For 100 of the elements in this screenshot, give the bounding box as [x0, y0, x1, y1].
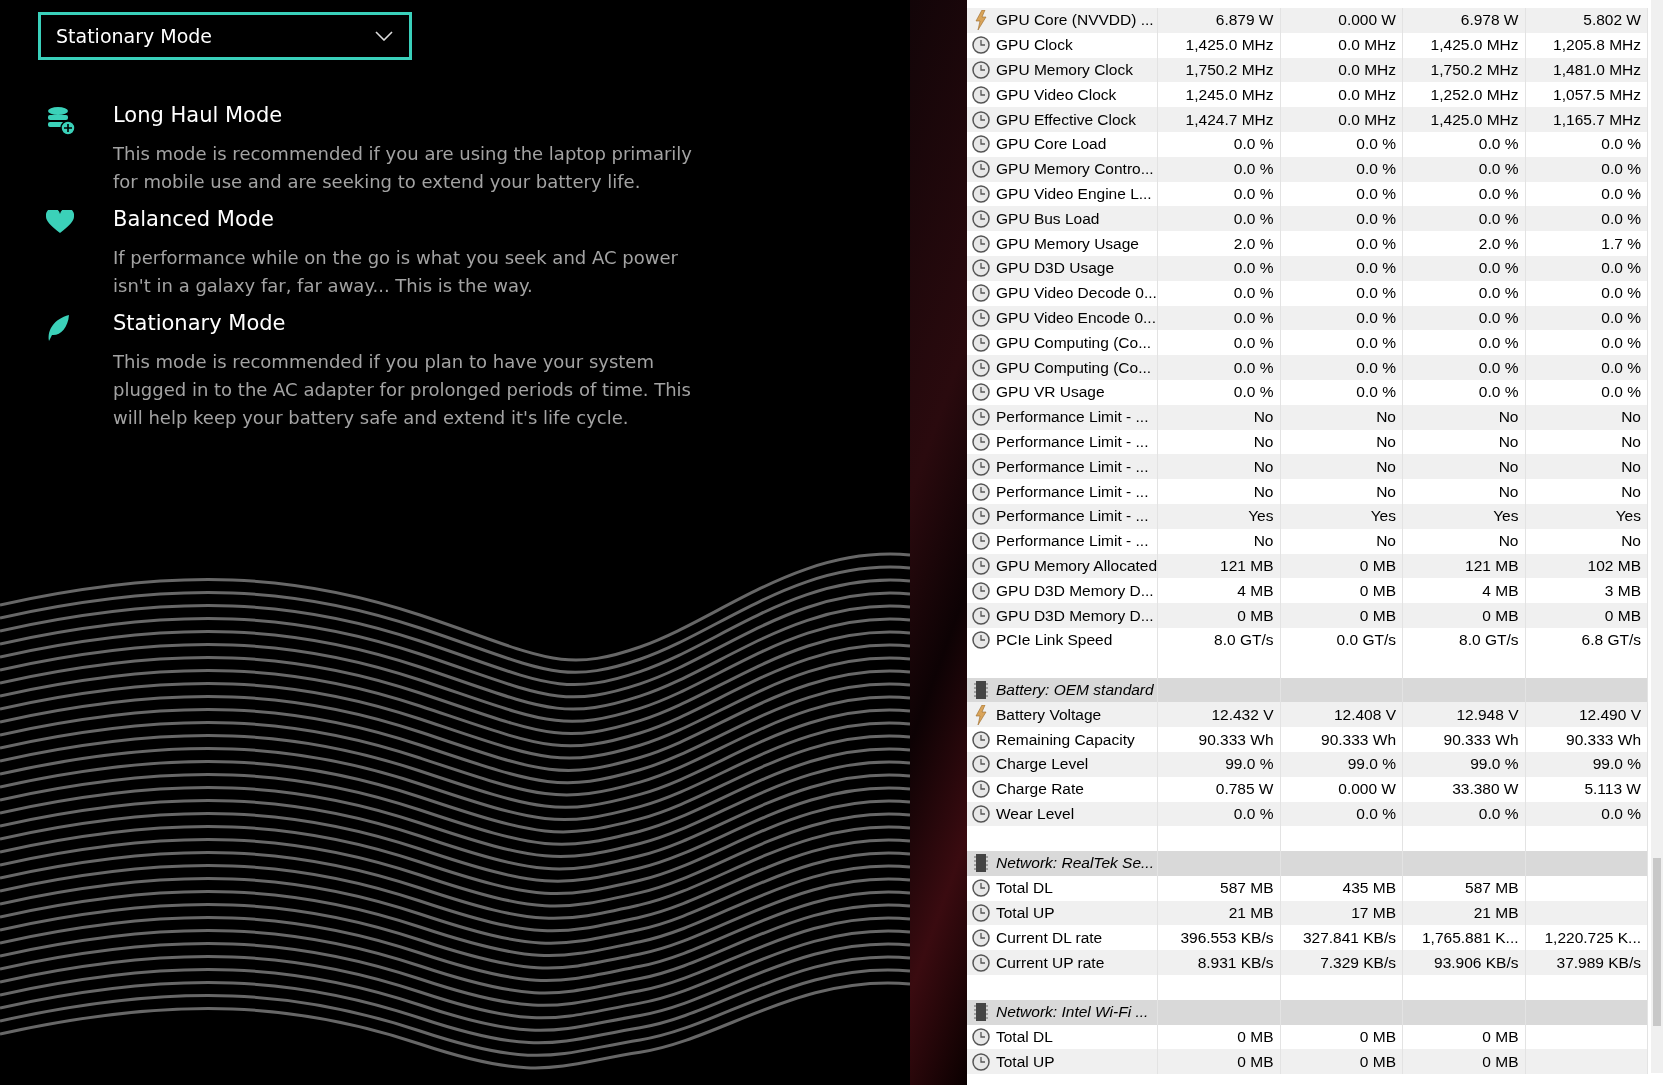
sensor-name: Total DL — [995, 875, 1158, 901]
sensor-value: No — [1621, 532, 1641, 551]
scrollbar-thumb[interactable] — [1653, 858, 1661, 1026]
sensor-name: GPU VR Usage — [995, 379, 1158, 405]
sensor-value: 90.333 Wh — [1566, 730, 1641, 749]
mode-description: This mode is recommended if you are using the laptop primarily for mobile use and are seeking to extend your battery life. — [113, 142, 693, 194]
chevron-down-icon — [375, 31, 393, 41]
sensor-value: 0.0 % — [1356, 259, 1396, 278]
clock-icon — [972, 110, 990, 129]
clock-icon — [972, 879, 990, 898]
sensor-value: 0.0 % — [1478, 284, 1519, 303]
clock-icon — [972, 755, 990, 774]
sensor-value: 90.333 Wh — [1198, 730, 1274, 749]
sensor-value: 7.329 KB/s — [1320, 953, 1396, 972]
sensor-name: Performance Limit - ... — [995, 404, 1158, 430]
sensor-value: No — [1498, 457, 1519, 476]
sensor-value: 0.0 % — [1233, 358, 1274, 377]
sensor-value: 0 MB — [1482, 1052, 1519, 1071]
sensor-value: 1,424.7 MHz — [1185, 110, 1274, 129]
sensor-value: No — [1621, 482, 1641, 501]
clock-icon — [972, 928, 990, 947]
sensor-value: 93.906 KB/s — [1434, 953, 1519, 972]
sensor-value: 587 MB — [1220, 879, 1274, 898]
sensor-value: 0.0 % — [1601, 259, 1641, 278]
sensor-value: 0.0 % — [1478, 259, 1519, 278]
sensor-value: 8.0 GT/s — [1214, 631, 1274, 650]
sensor-value: 0.0 % — [1356, 308, 1396, 327]
clock-icon — [972, 953, 990, 972]
sensor-name: GPU Video Decode 0... — [995, 280, 1158, 306]
sensor-value: 0.0 MHz — [1338, 61, 1396, 79]
scrollbar[interactable] — [1651, 0, 1663, 1073]
lightning-icon — [975, 10, 987, 31]
sensor-value: 37.989 KB/s — [1556, 953, 1641, 972]
sensor-name: GPU D3D Usage — [995, 255, 1158, 281]
sensor-value: 0.0 % — [1601, 209, 1641, 228]
mode-dropdown[interactable]: Stationary Mode — [38, 12, 412, 60]
sensor-value: No — [1621, 457, 1641, 476]
lightning-icon — [975, 704, 987, 725]
sensor-value: 0.0 % — [1601, 358, 1641, 377]
sensor-value: 0 MB — [1359, 1052, 1396, 1071]
sensor-value: 0.0 % — [1356, 209, 1396, 228]
sensor-value: 0.000 W — [1338, 11, 1396, 30]
sensor-value: 0.0 % — [1233, 308, 1274, 327]
clock-icon — [972, 507, 990, 526]
sensor-name: GPU Computing (Co... — [995, 355, 1158, 380]
sensor-value: 0.0 % — [1601, 308, 1641, 327]
sensor-value: 4 MB — [1482, 581, 1519, 600]
sensor-value: 0.0 % — [1601, 333, 1641, 352]
sensor-value: 1,765.881 K... — [1421, 928, 1519, 947]
sensor-value: 1,252.0 MHz — [1430, 85, 1519, 104]
sensor-value: 0.0 % — [1356, 284, 1396, 303]
sensor-value: 1,481.0 MHz — [1553, 61, 1641, 79]
clock-icon — [972, 85, 990, 104]
sensor-value: 121 MB — [1220, 556, 1274, 575]
sensor-value: 1.7 % — [1601, 234, 1641, 253]
clock-icon — [972, 358, 990, 377]
sensor-value: 1,425.0 MHz — [1185, 36, 1274, 55]
chip-icon — [974, 680, 988, 699]
sensor-value: 3 MB — [1604, 581, 1641, 600]
sensor-value: 435 MB — [1342, 879, 1396, 898]
sensor-value: 0 MB — [1237, 606, 1274, 625]
sensor-value: 0.0 % — [1478, 383, 1519, 402]
clock-icon — [972, 408, 990, 427]
clock-icon — [972, 556, 990, 575]
clock-icon — [972, 36, 990, 55]
sensor-value: No — [1621, 432, 1641, 451]
sensor-value: 90.333 Wh — [1321, 730, 1396, 749]
sensor-name: GPU Effective Clock — [995, 107, 1158, 132]
sensor-value: 0.0 % — [1233, 160, 1274, 179]
sensor-value: 8.931 KB/s — [1197, 953, 1274, 972]
sensor-value: 21 MB — [1473, 904, 1519, 923]
sensor-value: 99.0 % — [1592, 755, 1641, 774]
sensor-value: 0.0 % — [1478, 333, 1519, 352]
sensor-value: 99.0 % — [1470, 755, 1519, 774]
sensor-value: 121 MB — [1465, 556, 1519, 575]
clock-icon — [972, 482, 990, 501]
clock-icon — [972, 780, 990, 799]
sensor-value: No — [1498, 532, 1519, 551]
sensor-name: GPU Memory Usage — [995, 231, 1158, 256]
sensor-value: 0 MB — [1482, 606, 1519, 625]
sensor-value: 0.0 % — [1233, 209, 1274, 228]
sensor-value: 0.0 % — [1601, 160, 1641, 179]
sensor-value: 0.0 MHz — [1338, 85, 1396, 104]
sensor-value: 0 MB — [1237, 1028, 1274, 1047]
sensor-value: 0 MB — [1359, 581, 1396, 600]
sensor-value: No — [1376, 482, 1396, 501]
sensor-name: GPU Clock — [995, 32, 1158, 58]
sensor-name: Performance Limit - ... — [995, 528, 1158, 554]
sensor-value: 0.0 MHz — [1338, 110, 1396, 129]
sensor-value: 2.0 % — [1478, 234, 1519, 253]
clock-icon — [972, 184, 990, 203]
clock-icon — [972, 1028, 990, 1047]
sensor-value: 1,750.2 MHz — [1430, 61, 1519, 79]
sensor-value: 396.553 KB/s — [1180, 928, 1274, 947]
sensor-value: 0.0 % — [1233, 259, 1274, 278]
clock-icon — [972, 160, 990, 179]
sensor-value: 0.0 GT/s — [1336, 631, 1396, 650]
sensor-value: 17 MB — [1351, 904, 1396, 923]
group-name: Network: RealTek Se... — [995, 851, 1158, 876]
sensor-value: No — [1253, 432, 1274, 451]
